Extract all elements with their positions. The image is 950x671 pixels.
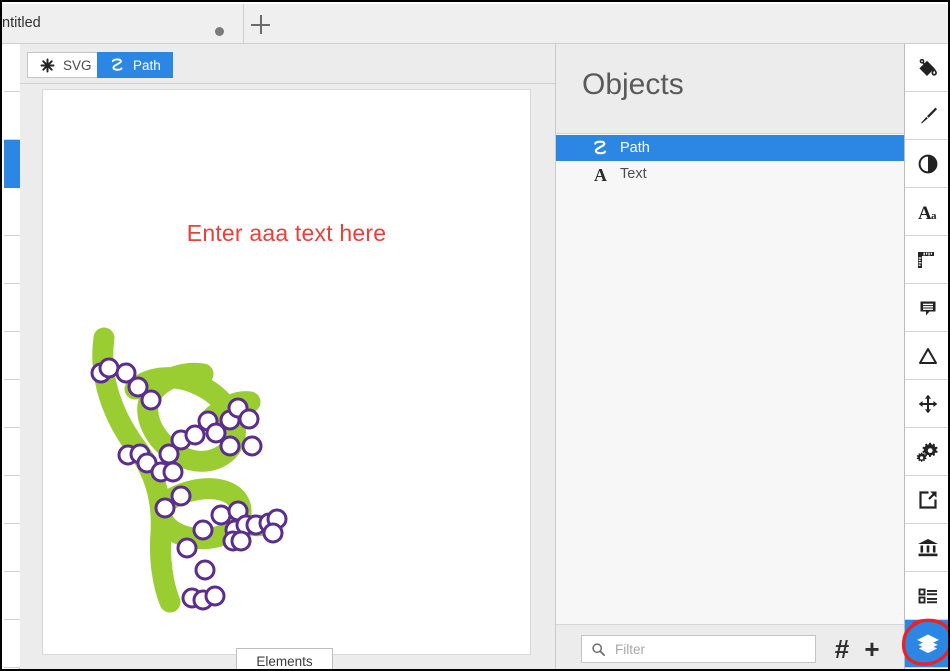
contrast-circle-icon	[918, 154, 937, 173]
triangle-shape-icon	[918, 347, 937, 364]
filter-box[interactable]	[581, 635, 816, 663]
object-list-item-path[interactable]: Path	[556, 135, 904, 161]
tab-path[interactable]: Path	[97, 52, 173, 78]
comment-button[interactable]	[905, 284, 948, 332]
editor-pane: SVG Path Enter aaa text here	[20, 44, 555, 669]
add-object-button[interactable]: +	[858, 634, 886, 663]
fill-bucket-button[interactable]	[905, 44, 948, 92]
comment-bubble-icon	[920, 301, 935, 315]
export-arrow-icon	[918, 490, 937, 509]
new-tab-button[interactable]	[245, 4, 279, 43]
object-list-item-label: Text	[620, 166, 647, 182]
gears-icon	[916, 442, 938, 462]
left-tool-7[interactable]	[4, 332, 20, 380]
canvas-path-object[interactable]	[43, 90, 531, 655]
path-curve-icon	[109, 57, 126, 74]
object-list-item-text[interactable]: A Text	[556, 161, 904, 187]
record-dot-icon	[215, 27, 224, 36]
left-toolbar	[4, 44, 20, 669]
objects-list: Path A Text	[556, 135, 904, 624]
fill-bucket-icon	[918, 58, 937, 76]
paint-brush-icon	[920, 107, 937, 123]
tab-path-label: Path	[133, 57, 161, 73]
move-arrows-icon	[918, 394, 937, 413]
ruler-button[interactable]	[905, 236, 948, 284]
shape-button[interactable]	[905, 332, 948, 380]
canvas-area: Enter aaa text here	[20, 84, 555, 669]
left-tool-1[interactable]	[4, 44, 20, 92]
settings-gears-button[interactable]	[905, 428, 948, 476]
elements-tab-label: Elements	[256, 653, 313, 669]
objects-panel-title: Objects	[582, 68, 684, 101]
layers-icon	[916, 633, 939, 653]
svg-text:A: A	[918, 203, 932, 224]
objects-panel: Objects Path A Text Filter # +	[555, 44, 904, 669]
left-tool-4[interactable]	[4, 188, 20, 236]
tab-svg[interactable]: SVG	[27, 52, 104, 78]
document-tab-title: ntitled	[2, 15, 41, 31]
list-view-icon	[918, 588, 937, 603]
tab-svg-label: SVG	[63, 57, 92, 73]
objects-panel-footer: # +	[556, 624, 904, 669]
library-button[interactable]	[905, 524, 948, 572]
hash-button[interactable]: #	[828, 634, 856, 663]
object-list-item-label: Path	[620, 140, 650, 156]
svg-canvas[interactable]: Enter aaa text here	[42, 89, 531, 655]
list-view-button[interactable]	[905, 572, 948, 620]
left-tool-8[interactable]	[4, 380, 20, 428]
bank-columns-icon	[917, 538, 938, 556]
objects-panel-header: Objects	[556, 44, 904, 134]
left-tool-11[interactable]	[4, 524, 20, 572]
ruler-icon	[917, 251, 934, 268]
editor-tab-bar: SVG Path	[20, 44, 555, 84]
right-icon-rail: A a	[901, 44, 948, 669]
search-icon	[592, 642, 605, 656]
left-tool-3-selected[interactable]	[4, 140, 20, 188]
left-tool-5[interactable]	[4, 236, 20, 284]
svg-text:a: a	[931, 210, 937, 222]
left-tool-12[interactable]	[4, 572, 20, 620]
paint-brush-button[interactable]	[905, 92, 948, 140]
application-window: ntitled SVG Path Enter aaa text here Ele…	[0, 0, 950, 671]
browser-tab-strip: ntitled	[2, 4, 948, 44]
left-tool-2[interactable]	[4, 92, 20, 140]
left-tool-6[interactable]	[4, 284, 20, 332]
plus-icon	[251, 15, 270, 34]
left-tool-9[interactable]	[4, 428, 20, 476]
document-tab[interactable]: ntitled	[2, 4, 244, 43]
layers-button[interactable]	[901, 618, 948, 668]
export-button[interactable]	[905, 476, 948, 524]
svg-text:A: A	[594, 165, 607, 184]
text-a-icon: A	[588, 163, 612, 185]
elements-tab[interactable]: Elements	[236, 648, 333, 669]
path-curve-icon	[588, 137, 612, 159]
filter-input[interactable]	[613, 640, 807, 658]
font-size-icon: A a	[918, 203, 937, 224]
asterisk-icon	[39, 57, 56, 74]
font-size-button[interactable]: A a	[905, 188, 948, 236]
move-button[interactable]	[905, 380, 948, 428]
left-tool-13[interactable]	[4, 620, 20, 668]
contrast-button[interactable]	[905, 140, 948, 188]
left-tool-10[interactable]	[4, 476, 20, 524]
